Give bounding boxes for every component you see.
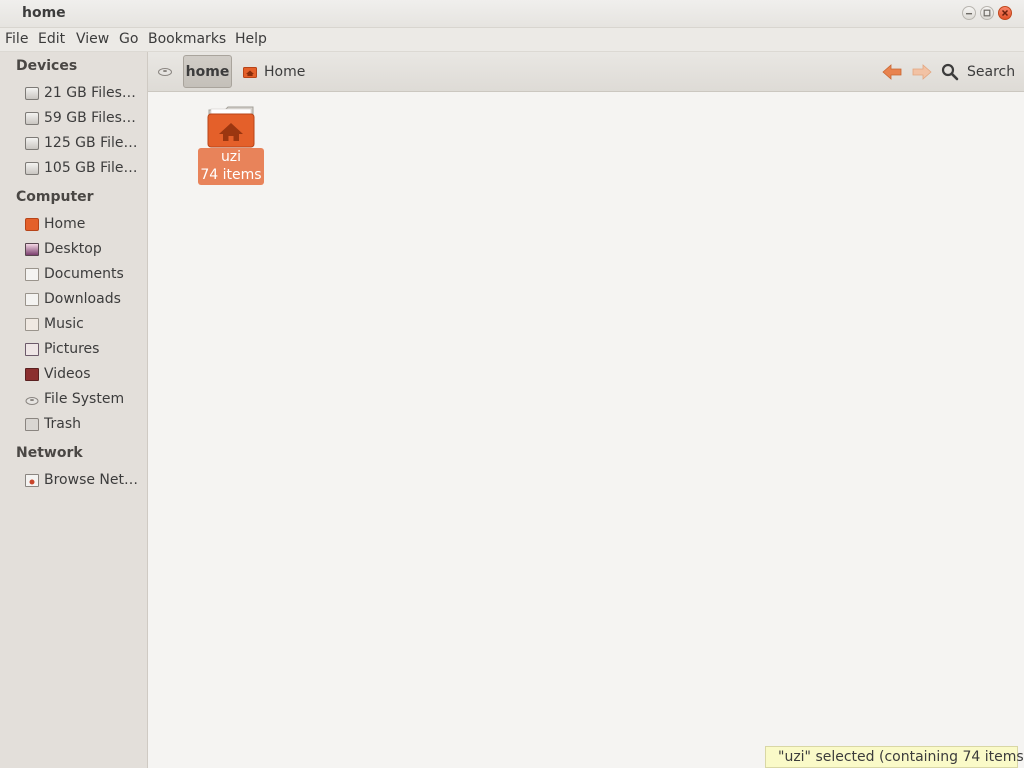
drive-icon — [25, 112, 39, 125]
sidebar-item-file-system[interactable]: File System — [0, 389, 147, 411]
sidebar-item-desktop[interactable]: Desktop — [0, 239, 147, 261]
sidebar-item-125gb-filesystem[interactable]: 125 GB Filesystem — [0, 133, 147, 155]
close-button[interactable] — [998, 6, 1012, 20]
menu-help[interactable]: Help — [235, 31, 267, 47]
drive-icon — [25, 137, 39, 150]
videos-icon — [25, 368, 39, 381]
file-detail: 74 items — [200, 167, 262, 183]
minimize-button[interactable] — [962, 6, 976, 20]
search-label: Search — [967, 64, 1016, 80]
home-folder-icon — [243, 67, 257, 78]
sidebar-item-21gb-filesystem[interactable]: 21 GB Filesystem — [0, 83, 147, 105]
menu-bar: File Edit View Go Bookmarks Help — [0, 28, 1024, 52]
drive-icon — [25, 162, 39, 175]
minimize-icon — [966, 13, 972, 15]
documents-icon — [25, 268, 39, 281]
sidebar-item-label: Music — [44, 316, 84, 332]
music-icon — [25, 318, 39, 331]
close-icon — [1001, 9, 1009, 17]
maximize-icon — [983, 9, 991, 17]
sidebar-item-videos[interactable]: Videos — [0, 364, 147, 386]
sidebar-heading-network: Network — [16, 445, 83, 461]
forward-button[interactable] — [910, 60, 934, 84]
sidebar-item-trash[interactable]: Trash — [0, 414, 147, 436]
sidebar-item-label: 21 GB Filesystem — [44, 85, 144, 101]
search-button[interactable]: Search — [941, 58, 1021, 86]
arrow-right-icon — [912, 64, 932, 80]
breadcrumb-home-folder[interactable]: Home — [243, 61, 305, 83]
breadcrumb-home-current[interactable]: home — [183, 55, 232, 88]
sidebar-item-documents[interactable]: Documents — [0, 264, 147, 286]
breadcrumb-root[interactable] — [154, 58, 176, 84]
sidebar-heading-devices: Devices — [16, 58, 78, 74]
file-manager-window: home File Edit View Go Bookmarks Help De… — [0, 0, 1024, 768]
title-bar[interactable]: home — [0, 0, 1024, 28]
sidebar-item-label: Pictures — [44, 341, 100, 357]
sidebar-item-label: Trash — [44, 416, 81, 432]
sidebar-item-pictures[interactable]: Pictures — [0, 339, 147, 361]
sidebar-item-label: Desktop — [44, 241, 102, 257]
status-bar: "uzi" selected (containing 74 items) — [765, 746, 1024, 768]
sidebar-item-downloads[interactable]: Downloads — [0, 289, 147, 311]
breadcrumb-label: Home — [264, 64, 306, 80]
sidebar-item-label: 105 GB Filesystem — [44, 160, 144, 176]
arrow-left-icon — [882, 64, 902, 80]
drive-icon — [25, 87, 39, 100]
home-folder-icon — [25, 218, 39, 231]
filesystem-icon — [25, 393, 39, 406]
search-icon — [941, 63, 959, 81]
sidebar-heading-computer: Computer — [16, 189, 94, 205]
sidebar-item-label: File System — [44, 391, 125, 407]
path-toolbar: home Home Search — [148, 52, 1024, 92]
sidebar-item-label: 125 GB Filesystem — [44, 135, 144, 151]
menu-file[interactable]: File — [5, 31, 28, 47]
home-folder-icon — [207, 106, 255, 148]
sidebar-item-label: Browse Network — [44, 472, 144, 488]
sidebar-item-label: Home — [44, 216, 86, 232]
sidebar-item-home[interactable]: Home — [0, 214, 147, 236]
pictures-icon — [25, 343, 39, 356]
menu-go[interactable]: Go — [119, 31, 138, 47]
window-title: home — [22, 5, 66, 21]
back-button[interactable] — [880, 60, 904, 84]
file-item-label: uzi 74 items — [198, 148, 264, 185]
file-view[interactable]: uzi 74 items — [148, 92, 1024, 768]
sidebar-item-browse-network[interactable]: Browse Network — [0, 470, 147, 492]
file-name: uzi — [220, 149, 242, 165]
sidebar-item-105gb-filesystem[interactable]: 105 GB Filesystem — [0, 158, 147, 180]
trash-icon — [25, 418, 39, 431]
desktop-icon — [25, 243, 39, 256]
sidebar-item-label: Downloads — [44, 291, 121, 307]
downloads-icon — [25, 293, 39, 306]
menu-bookmarks[interactable]: Bookmarks — [148, 31, 226, 47]
sidebar-item-label: Videos — [44, 366, 91, 382]
menu-edit[interactable]: Edit — [38, 31, 65, 47]
sidebar-item-music[interactable]: Music — [0, 314, 147, 336]
filesystem-icon — [158, 68, 172, 76]
menu-view[interactable]: View — [76, 31, 109, 47]
sidebar-item-label: Documents — [44, 266, 124, 282]
network-icon — [25, 474, 39, 487]
sidebar-item-label: 59 GB Filesystem — [44, 110, 144, 126]
sidebar-item-59gb-filesystem[interactable]: 59 GB Filesystem — [0, 108, 147, 130]
sidebar: Devices 21 GB Filesystem 59 GB Filesyste… — [0, 52, 148, 768]
maximize-button[interactable] — [980, 6, 994, 20]
